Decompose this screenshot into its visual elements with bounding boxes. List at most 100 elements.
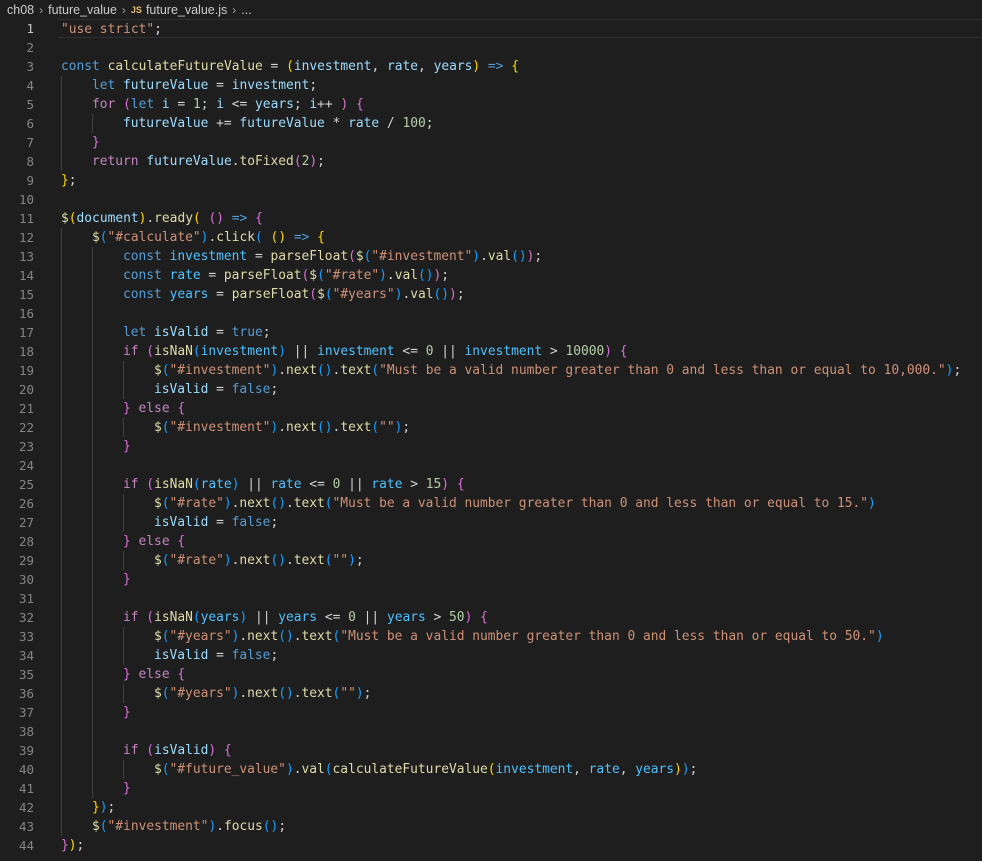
code-token: $ (61, 211, 69, 226)
code-area: let isValid = true; (58, 323, 982, 342)
code-line[interactable]: 20 isValid = false; (0, 380, 982, 399)
code-token: $ (154, 496, 162, 511)
code-line[interactable]: 21} else { (0, 399, 982, 418)
code-area: futureValue += futureValue * rate / 100; (58, 114, 982, 133)
code-token: "" (379, 420, 395, 435)
code-token: ; (689, 762, 698, 777)
code-token: ( (278, 629, 286, 644)
code-token: rate (588, 762, 620, 777)
code-text: if (isNaN(investment) || investment <= 0… (123, 342, 628, 361)
code-line[interactable]: 37} (0, 703, 982, 722)
code-line[interactable]: 19 $("#investment").next().text("Must be … (0, 361, 982, 380)
code-line[interactable]: 17 let isValid = true; (0, 323, 982, 342)
code-area (58, 456, 982, 475)
code-line[interactable]: 34 isValid = false; (0, 646, 982, 665)
code-token: investment (169, 249, 248, 264)
code-line[interactable]: 5 for (let i = 1; i <= years; i++ ) { (0, 95, 982, 114)
code-token: ) (604, 344, 613, 359)
code-line[interactable]: 11 $(document).ready( () => { (0, 209, 982, 228)
code-text: if (isNaN(rate) || rate <= 0 || rate > 1… (123, 475, 465, 494)
breadcrumb-symbols[interactable]: ... (241, 3, 251, 17)
code-line[interactable]: 28} else { (0, 532, 982, 551)
indent-guide (92, 285, 93, 304)
code-line[interactable]: 29 $("#rate").next().text(""); (0, 551, 982, 570)
code-line[interactable]: 38 (0, 722, 982, 741)
code-line[interactable]: 9}; (0, 171, 982, 190)
code-line[interactable]: 2 (0, 38, 982, 57)
code-token: = (208, 287, 232, 302)
code-line[interactable]: 36 $("#years").next().text(""); (0, 684, 982, 703)
breadcrumb-folder-future-value[interactable]: future_value (48, 3, 117, 17)
line-number: 14 (18, 268, 34, 283)
code-line[interactable]: 12 $("#calculate").click( () => { (0, 228, 982, 247)
code-line[interactable]: 15 const years = parseFloat($("#years").v… (0, 285, 982, 304)
indent-guide (123, 627, 124, 646)
code-line[interactable]: 42}); (0, 798, 982, 817)
code-line[interactable]: 6 futureValue += futureValue * rate / 100… (0, 114, 982, 133)
code-line[interactable]: 8 return futureValue.toFixed(2); (0, 152, 982, 171)
indent-guide (61, 532, 62, 551)
code-line[interactable]: 10 (0, 190, 982, 209)
indent-guide (92, 380, 93, 399)
line-number: 32 (18, 610, 34, 625)
code-token: ( (99, 819, 108, 834)
code-line[interactable]: 39 if (isValid) { (0, 741, 982, 760)
code-line[interactable]: 33 $("#years").next().text("Must be a val… (0, 627, 982, 646)
code-area: const rate = parseFloat($("#rate").val()… (58, 266, 982, 285)
code-line[interactable]: 41} (0, 779, 982, 798)
code-line[interactable]: 23} (0, 437, 982, 456)
code-line[interactable]: 43 $("#investment").focus(); (0, 817, 982, 836)
code-line[interactable]: 26 $("#rate").next().text("Must be a vali… (0, 494, 982, 513)
code-line[interactable]: 14 const rate = parseFloat($("#rate").val… (0, 266, 982, 285)
indent-guide (92, 304, 93, 323)
code-token: ; (425, 116, 434, 131)
line-number: 25 (18, 477, 34, 492)
code-line[interactable]: 7} (0, 133, 982, 152)
code-line[interactable]: 1 "use strict"; (0, 19, 982, 38)
code-line[interactable]: 22 $("#investment").next().text(""); (0, 418, 982, 437)
breadcrumb-file[interactable]: future_value.js (146, 3, 227, 17)
code-line[interactable]: 16 (0, 304, 982, 323)
code-text: }); (92, 798, 115, 817)
code-line[interactable]: 35} else { (0, 665, 982, 684)
code-line[interactable]: 32 if (isNaN(years) || years <= 0 || year… (0, 608, 982, 627)
indent-guide (92, 684, 93, 703)
code-line[interactable]: 31 (0, 589, 982, 608)
indent-guide (92, 342, 93, 361)
code-area: $("#investment").next().text(""); (58, 418, 982, 437)
code-line[interactable]: 3 const calculateFutureValue = (investmen… (0, 57, 982, 76)
code-token: if (123, 344, 139, 359)
code-token: val (410, 287, 434, 302)
code-token: ( (161, 363, 170, 378)
indent-guide (61, 817, 62, 836)
code-token: futureValue (146, 154, 232, 169)
code-line[interactable]: 40 $("#future_value").val(calculateFuture… (0, 760, 982, 779)
code-token: ( (146, 344, 155, 359)
code-line[interactable]: 18 if (isNaN(investment) || investment <=… (0, 342, 982, 361)
breadcrumb-folder-ch08[interactable]: ch08 (7, 3, 34, 17)
code-editor[interactable]: 1 "use strict"; 2 3 const calculateFutureVal… (0, 19, 982, 861)
indent-guide (61, 741, 62, 760)
code-line[interactable]: 24 (0, 456, 982, 475)
code-line[interactable]: 4 let futureValue = investment; (0, 76, 982, 95)
code-line[interactable]: 13 const investment = parseFloat($("#inve… (0, 247, 982, 266)
code-token: ) (449, 287, 457, 302)
code-token: $ (317, 287, 325, 302)
code-token: i (216, 97, 224, 112)
code-editor-window: ch08 › future_value › JS future_value.js… (0, 0, 982, 861)
indent-guide (92, 703, 93, 722)
code-token: , (619, 762, 636, 777)
code-line[interactable]: 44}); (0, 836, 982, 855)
code-token: "#rate" (324, 268, 380, 283)
code-line[interactable]: 27 isValid = false; (0, 513, 982, 532)
code-line[interactable]: 25 if (isNaN(rate) || rate <= 0 || rate >… (0, 475, 982, 494)
code-token: ) (681, 762, 690, 777)
code-token: ( (262, 819, 271, 834)
code-text: } (123, 570, 131, 589)
indent-guide (92, 722, 93, 741)
indent-guide (61, 703, 62, 722)
code-token: text (293, 496, 325, 511)
code-line[interactable]: 30} (0, 570, 982, 589)
